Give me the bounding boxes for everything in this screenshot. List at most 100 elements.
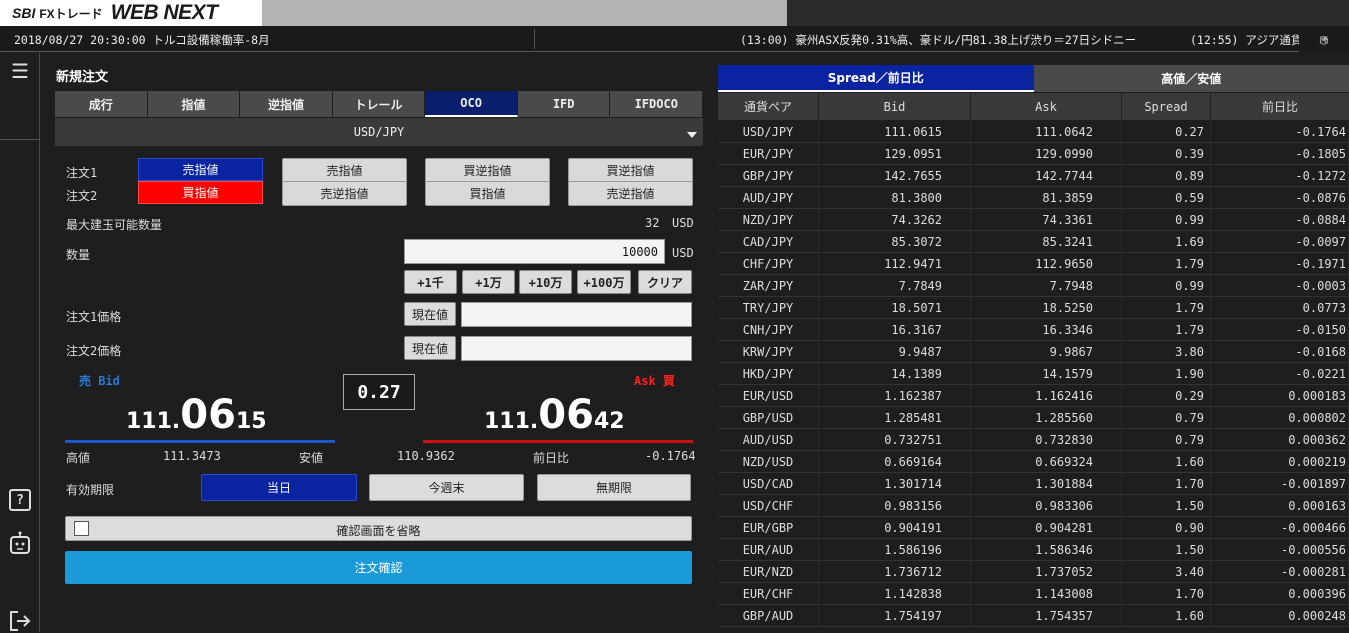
cell-ask[interactable]: 7.7948 — [971, 275, 1122, 296]
cell-spread[interactable]: 1.79 — [1122, 319, 1211, 340]
tab-ifd[interactable]: IFD — [518, 91, 611, 117]
cell-ask[interactable]: 112.9650 — [971, 253, 1122, 274]
cell-ask[interactable]: 1.737052 — [971, 561, 1122, 582]
cell-change[interactable]: -0.0150 — [1211, 319, 1349, 340]
cell-change[interactable]: -0.0097 — [1211, 231, 1349, 252]
cell-spread[interactable]: 1.60 — [1122, 451, 1211, 472]
speed-gauge-icon[interactable]: ◔ — [1320, 32, 1328, 48]
cell-spread[interactable]: 0.29 — [1122, 385, 1211, 406]
cell-bid[interactable]: 14.1389 — [819, 363, 971, 384]
tab-ifdoco[interactable]: IFDOCO — [610, 91, 703, 117]
col-pair[interactable]: 通貨ペア — [718, 93, 819, 120]
table-row[interactable]: CAD/JPY85.307285.32411.69-0.0097 — [718, 231, 1349, 253]
cell-spread[interactable]: 0.59 — [1122, 187, 1211, 208]
tab-limit[interactable]: 指値 — [148, 91, 241, 117]
tab-high-low[interactable]: 高値／安値 — [1034, 65, 1349, 92]
cell-change[interactable]: -0.001897 — [1211, 473, 1349, 494]
skip-confirm-toggle[interactable]: 確認画面を省略 — [65, 516, 692, 541]
current-price-button-2[interactable]: 現在値 — [404, 336, 456, 360]
cell-change[interactable]: -0.000466 — [1211, 517, 1349, 538]
cell-bid[interactable]: 81.3800 — [819, 187, 971, 208]
news-item-2[interactable]: (12:55) アジア通貨 — [1190, 32, 1302, 48]
clear-button[interactable]: クリア — [638, 270, 692, 294]
table-row[interactable]: CNH/JPY16.316716.33461.79-0.0150 — [718, 319, 1349, 341]
cell-spread[interactable]: 0.39 — [1122, 143, 1211, 164]
table-row[interactable]: EUR/JPY129.0951129.09900.39-0.1805 — [718, 143, 1349, 165]
table-row[interactable]: CHF/JPY112.9471112.96501.79-0.1971 — [718, 253, 1349, 275]
cell-ask[interactable]: 18.5250 — [971, 297, 1122, 318]
add-100k-button[interactable]: +10万 — [519, 270, 572, 294]
cell-change[interactable]: 0.000219 — [1211, 451, 1349, 472]
cell-change[interactable]: 0.000183 — [1211, 385, 1349, 406]
order-confirm-button[interactable]: 注文確認 — [65, 551, 692, 584]
table-row[interactable]: EUR/AUD1.5861961.5863461.50-0.000556 — [718, 539, 1349, 561]
cell-ask[interactable]: 111.0642 — [971, 121, 1122, 142]
col-bid[interactable]: Bid — [819, 93, 971, 120]
news-ticker[interactable]: 2018/08/27 20:30:00 トルコ設備稼働率-8月 (13:00) … — [0, 26, 1349, 52]
table-row[interactable]: USD/JPY111.0615111.06420.27-0.1764 — [718, 121, 1349, 143]
table-row[interactable]: AUD/JPY81.380081.38590.59-0.0876 — [718, 187, 1349, 209]
table-row[interactable]: USD/CHF0.9831560.9833061.500.000163 — [718, 495, 1349, 517]
cell-change[interactable]: -0.1805 — [1211, 143, 1349, 164]
cell-spread[interactable]: 0.99 — [1122, 209, 1211, 230]
cell-ask[interactable]: 1.754357 — [971, 605, 1122, 626]
validity-week-button[interactable]: 今週末 — [369, 474, 524, 501]
cell-ask[interactable]: 1.301884 — [971, 473, 1122, 494]
cell-bid[interactable]: 111.0615 — [819, 121, 971, 142]
cell-spread[interactable]: 3.80 — [1122, 341, 1211, 362]
combo-sell-limit-buy-limit[interactable]: 売指値 買指値 — [138, 158, 263, 206]
cell-spread[interactable]: 1.70 — [1122, 473, 1211, 494]
table-row[interactable]: TRY/JPY18.507118.52501.790.0773 — [718, 297, 1349, 319]
cell-bid[interactable]: 9.9487 — [819, 341, 971, 362]
cell-spread[interactable]: 0.90 — [1122, 517, 1211, 538]
cell-ask[interactable]: 85.3241 — [971, 231, 1122, 252]
cell-change[interactable]: -0.1272 — [1211, 165, 1349, 186]
cell-bid[interactable]: 16.3167 — [819, 319, 971, 340]
cell-bid[interactable]: 0.732751 — [819, 429, 971, 450]
bot-icon[interactable] — [8, 531, 32, 555]
cell-ask[interactable]: 14.1579 — [971, 363, 1122, 384]
cell-bid[interactable]: 1.754197 — [819, 605, 971, 626]
menu-icon[interactable]: ☰ — [8, 59, 32, 83]
cell-spread[interactable]: 1.69 — [1122, 231, 1211, 252]
cell-bid[interactable]: 1.736712 — [819, 561, 971, 582]
cell-bid[interactable]: 0.904191 — [819, 517, 971, 538]
cell-change[interactable]: -0.1764 — [1211, 121, 1349, 142]
cell-bid[interactable]: 1.142838 — [819, 583, 971, 604]
add-1k-button[interactable]: +1千 — [404, 270, 457, 294]
table-row[interactable]: EUR/GBP0.9041910.9042810.90-0.000466 — [718, 517, 1349, 539]
quantity-input[interactable]: 10000 — [404, 239, 665, 264]
cell-change[interactable]: 0.000362 — [1211, 429, 1349, 450]
cell-spread[interactable]: 1.90 — [1122, 363, 1211, 384]
cell-bid[interactable]: 142.7655 — [819, 165, 971, 186]
bid-price[interactable]: 111.0615 — [126, 392, 267, 438]
cell-spread[interactable]: 0.79 — [1122, 407, 1211, 428]
tab-oco[interactable]: OCO — [425, 91, 518, 117]
cell-bid[interactable]: 0.983156 — [819, 495, 971, 516]
table-row[interactable]: HKD/JPY14.138914.15791.90-0.0221 — [718, 363, 1349, 385]
table-row[interactable]: EUR/CHF1.1428381.1430081.700.000396 — [718, 583, 1349, 605]
cell-spread[interactable]: 1.70 — [1122, 583, 1211, 604]
cell-spread[interactable]: 3.40 — [1122, 561, 1211, 582]
tab-trail[interactable]: トレール — [333, 91, 426, 117]
cell-spread[interactable]: 0.99 — [1122, 275, 1211, 296]
table-row[interactable]: AUD/USD0.7327510.7328300.790.000362 — [718, 429, 1349, 451]
currency-pair-select[interactable]: USD/JPY — [55, 118, 703, 146]
cell-change[interactable]: 0.000396 — [1211, 583, 1349, 604]
cell-spread[interactable]: 1.79 — [1122, 253, 1211, 274]
cell-ask[interactable]: 0.904281 — [971, 517, 1122, 538]
order2-price-input[interactable] — [461, 336, 692, 361]
cell-change[interactable]: -0.000281 — [1211, 561, 1349, 582]
cell-change[interactable]: 0.000802 — [1211, 407, 1349, 428]
col-ask[interactable]: Ask — [971, 93, 1122, 120]
cell-bid[interactable]: 74.3262 — [819, 209, 971, 230]
cell-ask[interactable]: 0.983306 — [971, 495, 1122, 516]
ask-price[interactable]: 111.0642 — [484, 392, 625, 438]
cell-ask[interactable]: 16.3346 — [971, 319, 1122, 340]
table-row[interactable]: GBP/AUD1.7541971.7543571.600.000248 — [718, 605, 1349, 627]
cell-ask[interactable]: 9.9867 — [971, 341, 1122, 362]
cell-ask[interactable]: 1.285560 — [971, 407, 1122, 428]
cell-change[interactable]: -0.0003 — [1211, 275, 1349, 296]
cell-bid[interactable]: 112.9471 — [819, 253, 971, 274]
cell-change[interactable]: -0.0168 — [1211, 341, 1349, 362]
